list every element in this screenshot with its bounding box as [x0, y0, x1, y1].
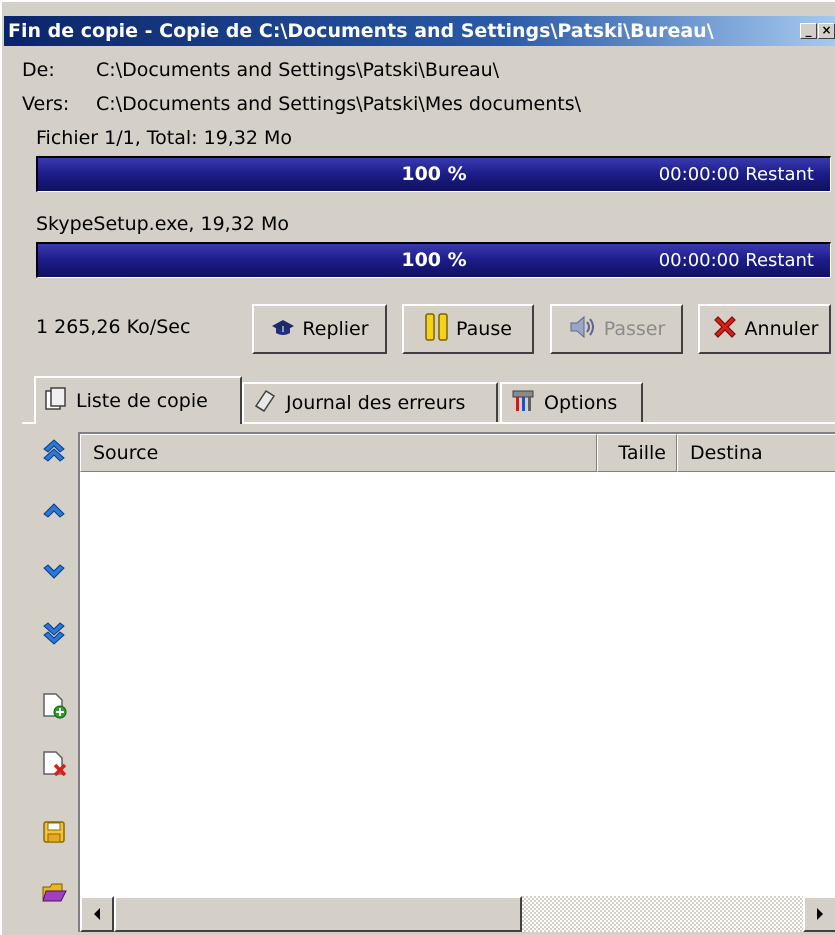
column-header-destination[interactable]: Destina — [677, 434, 835, 472]
cancel-button[interactable]: Annuler — [698, 304, 831, 354]
error-log-icon — [252, 388, 278, 419]
arrow-left-icon — [94, 908, 100, 920]
skip-label: Passer — [603, 318, 666, 340]
destination-path: C:\Documents and Settings\Patski\Mes doc… — [96, 93, 582, 115]
move-to-bottom-button[interactable] — [32, 614, 76, 658]
column-header-size[interactable]: Taille — [597, 434, 677, 472]
pause-button[interactable]: Pause — [402, 304, 534, 354]
move-down-icon — [41, 562, 67, 586]
column-header-source[interactable]: Source — [80, 434, 597, 472]
file-progress-bar: 100 % 00:00:00 Restant — [36, 242, 831, 278]
cancel-icon — [711, 313, 739, 346]
copy-list[interactable]: Source Taille Destina — [78, 432, 835, 932]
source-label: De: — [22, 59, 55, 81]
remove-file-button[interactable] — [32, 744, 76, 788]
destination-path-line: Vers: C:\Documents and Settings\Patski\Me… — [22, 92, 581, 116]
fold-label: Replier — [302, 318, 369, 340]
tab-options[interactable]: Options — [500, 382, 643, 422]
transfer-speed: 1 265,26 Ko/Sec — [36, 316, 191, 338]
tab-error-log[interactable]: Journal des erreurs — [242, 382, 498, 422]
file-time-remaining: 00:00:00 Restant — [658, 250, 814, 271]
tab-copy-list[interactable]: Liste de copie — [34, 376, 242, 424]
move-to-bottom-icon — [41, 621, 67, 651]
load-list-button[interactable] — [32, 872, 76, 916]
tab-copy-list-label: Liste de copie — [76, 390, 208, 412]
destination-label: Vers: — [22, 93, 70, 115]
arrow-right-icon — [817, 908, 823, 920]
fold-button[interactable]: Replier — [252, 304, 387, 354]
move-up-button[interactable] — [32, 490, 76, 534]
skip-button[interactable]: Passer — [550, 304, 683, 354]
list-header: Source Taille Destina — [80, 434, 835, 472]
remove-file-icon — [40, 750, 68, 782]
tab-options-label: Options — [544, 392, 618, 414]
total-time-remaining: 00:00:00 Restant — [658, 164, 814, 185]
copy-list-icon — [44, 386, 68, 417]
source-path-line: De: C:\Documents and Settings\Patski\Bure… — [22, 58, 499, 82]
add-file-button[interactable] — [32, 686, 76, 730]
tools-icon — [510, 388, 536, 419]
move-to-top-button[interactable] — [32, 430, 76, 474]
minimize-button[interactable]: _ — [800, 23, 817, 39]
copy-window: Fin de copie - Copie de C:\Documents and… — [0, 0, 835, 935]
cancel-label: Annuler — [744, 318, 819, 340]
scroll-thumb[interactable] — [114, 896, 522, 932]
skip-icon — [568, 314, 598, 345]
save-list-button[interactable] — [32, 812, 76, 856]
window-title: Fin de copie - Copie de C:\Documents and… — [8, 20, 714, 42]
pause-label: Pause — [456, 318, 512, 340]
horizontal-scrollbar[interactable] — [80, 896, 835, 932]
close-button[interactable]: × — [818, 23, 835, 39]
scroll-left-button[interactable] — [80, 896, 114, 932]
move-to-top-icon — [41, 437, 67, 467]
move-down-button[interactable] — [32, 552, 76, 596]
source-path: C:\Documents and Settings\Patski\Bureau\ — [96, 59, 500, 81]
total-progress-bar: 100 % 00:00:00 Restant — [36, 156, 831, 192]
title-bar[interactable]: Fin de copie - Copie de C:\Documents and… — [4, 16, 835, 46]
add-file-icon — [40, 692, 68, 724]
current-file-text: SkypeSetup.exe, 19,32 Mo — [36, 213, 289, 235]
file-total-text: Fichier 1/1, Total: 19,32 Mo — [36, 127, 293, 149]
pause-icon — [424, 312, 450, 347]
open-folder-icon — [40, 879, 68, 909]
tab-error-log-label: Journal des erreurs — [286, 392, 466, 414]
move-up-icon — [41, 500, 67, 524]
fold-icon — [270, 318, 296, 341]
save-icon — [41, 819, 67, 849]
scroll-right-button[interactable] — [803, 896, 835, 932]
